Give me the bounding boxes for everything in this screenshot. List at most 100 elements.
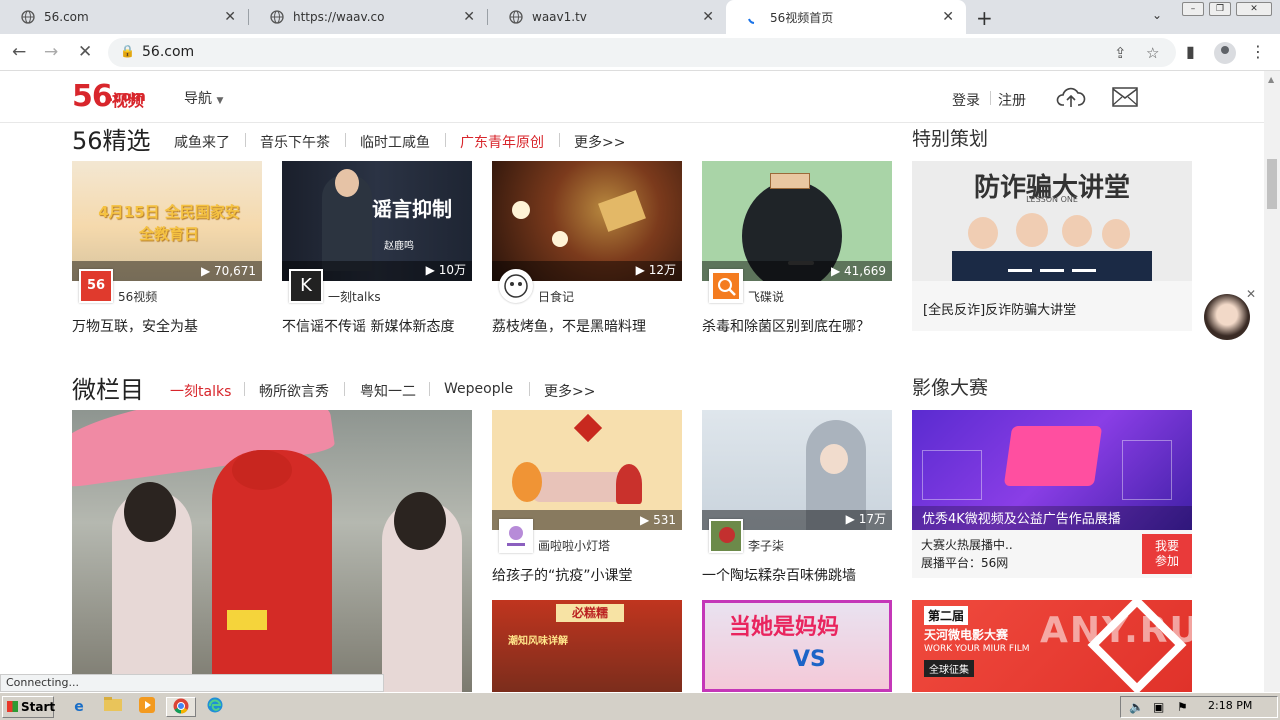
register-link[interactable]: 注册 — [998, 90, 1026, 110]
new-tab-button[interactable]: + — [976, 6, 993, 30]
channel-avatar[interactable] — [499, 269, 533, 303]
close-window-button[interactable]: ✕ — [1236, 2, 1272, 16]
share-icon[interactable]: ⇪ — [1114, 44, 1127, 62]
special-caption[interactable]: [全民反诈]反诈防骗大讲堂 — [923, 299, 1076, 318]
stop-loading-icon[interactable]: ✕ — [78, 42, 92, 62]
child-hair — [394, 492, 446, 550]
food-item — [552, 231, 568, 247]
micro-link[interactable]: 一刻talks — [170, 381, 231, 401]
play-count-value: 17万 — [858, 512, 886, 526]
edge-icon[interactable] — [204, 697, 226, 717]
video-thumbnail[interactable]: ▶ 17万 — [702, 410, 892, 530]
login-link[interactable]: 登录 — [952, 90, 980, 110]
carousel-dot[interactable] — [1072, 269, 1096, 272]
channel-name[interactable]: 日食记 — [538, 288, 574, 305]
floating-avatar[interactable] — [1204, 294, 1250, 340]
video-title[interactable]: 杀毒和除菌区别到底在哪？ — [702, 316, 870, 336]
featured-link[interactable]: 音乐下午茶 — [260, 132, 330, 152]
play-count-value: 70,671 — [214, 264, 256, 278]
network-icon[interactable]: ▣ — [1153, 700, 1164, 714]
video-title[interactable]: 荔枝烤鱼，不是黑暗料理 — [492, 316, 646, 336]
start-button[interactable]: Start — [2, 696, 55, 718]
address-bar[interactable]: 🔒 56.com ⇪ ☆ — [108, 38, 1176, 67]
micro-link[interactable]: Wepeople — [444, 381, 513, 397]
scrollbar-thumb[interactable] — [1267, 159, 1277, 209]
back-arrow-icon[interactable]: ← — [12, 42, 26, 62]
channel-name[interactable]: 一刻talks — [328, 288, 381, 305]
tab-56com[interactable]: 56.com ✕ — [0, 0, 248, 34]
micro-link[interactable]: 畅所欲言秀 — [259, 381, 329, 401]
profile-avatar[interactable] — [1214, 42, 1236, 64]
link-divider — [344, 382, 345, 396]
minimize-button[interactable]: – — [1182, 2, 1204, 16]
featured-link[interactable]: 临时工咸鱼 — [360, 132, 430, 152]
featured-more-link[interactable]: 更多>> — [574, 132, 625, 152]
channel-avatar[interactable]: K — [289, 269, 323, 303]
side-panel-icon[interactable]: ▮ — [1186, 42, 1195, 61]
page-scrollbar[interactable]: ▲ — [1264, 71, 1280, 692]
carousel-dot[interactable] — [1040, 269, 1064, 272]
channel-name[interactable]: 画啦啦小灯塔 — [538, 537, 610, 554]
join-contest-button[interactable]: 我要参加 — [1142, 534, 1192, 574]
special-caption-box[interactable]: [全民反诈]反诈防骗大讲堂 — [912, 281, 1192, 331]
video-title[interactable]: 不信谣不传谣 新媒体新态度 — [282, 316, 454, 336]
scroll-up-icon[interactable]: ▲ — [1268, 75, 1274, 84]
mail-icon[interactable] — [1112, 87, 1138, 107]
video-thumbnail[interactable]: 4月15日 全民国家安全教育日 ▶ 70,671 — [72, 161, 262, 281]
close-icon[interactable]: ✕ — [463, 9, 475, 25]
flag-icon[interactable]: ⚑ — [1177, 700, 1188, 714]
large-feature-image[interactable] — [72, 410, 472, 692]
channel-name[interactable]: 李子柒 — [748, 537, 784, 554]
tab-waav1-tv[interactable]: waav1.tv ✕ — [488, 0, 726, 34]
channel-avatar[interactable] — [709, 519, 743, 553]
special-banner-sub: LESSON ONE — [1026, 195, 1078, 204]
close-icon[interactable]: ✕ — [224, 9, 236, 25]
video-title[interactable]: 给孩子的“抗疫”小课堂 — [492, 565, 633, 585]
link-divider — [559, 133, 560, 147]
speaker-icon[interactable]: 🔈 — [1129, 700, 1144, 714]
site-logo[interactable]: 56视频 .com — [72, 79, 146, 114]
carousel-dot[interactable] — [1008, 269, 1032, 272]
address-url[interactable]: 56.com — [142, 44, 194, 60]
restore-button[interactable]: ❐ — [1209, 2, 1231, 16]
video-thumbnail[interactable]: 当她是妈妈 VS — [702, 600, 892, 692]
tab-search-icon[interactable]: ⌄ — [1152, 8, 1162, 22]
close-icon[interactable]: ✕ — [702, 9, 714, 25]
video-title[interactable]: 一个陶坛糅杂百味佛跳墙 — [702, 565, 856, 585]
menu-kebab-icon[interactable]: ⋮ — [1250, 42, 1266, 61]
featured-link[interactable]: 广东青年原创 — [460, 132, 544, 152]
nav-dropdown[interactable]: 导航 ▼ — [184, 88, 223, 108]
video-title[interactable]: 万物互联，安全为基 — [72, 316, 198, 336]
tab-56-home[interactable]: 56视频首页 ✕ — [726, 0, 966, 34]
special-banner[interactable]: 防诈骗大讲堂 LESSON ONE — [912, 161, 1192, 281]
channel-name[interactable]: 飞碟说 — [748, 288, 784, 305]
featured-title: 56精选 — [72, 127, 151, 155]
video-thumbnail[interactable]: ▶ 531 — [492, 410, 682, 530]
channel-avatar[interactable] — [499, 519, 533, 553]
video-thumbnail[interactable]: 必糕糯 潮知风味详解 — [492, 600, 682, 692]
loading-spinner-icon — [746, 9, 762, 25]
video-thumbnail[interactable]: ▶ 12万 — [492, 161, 682, 281]
close-icon[interactable]: ✕ — [1246, 287, 1256, 301]
contest-banner[interactable]: 优秀4K微视频及公益广告作品展播 — [912, 410, 1192, 530]
forward-arrow-icon[interactable]: → — [44, 42, 58, 62]
micro-more-link[interactable]: 更多>> — [544, 381, 595, 401]
child-hair — [124, 482, 176, 542]
folder-icon[interactable] — [102, 697, 124, 717]
taskbar-clock[interactable]: 2:18 PM — [1208, 699, 1252, 712]
bookmark-star-icon[interactable]: ☆ — [1146, 44, 1159, 62]
tab-waav-co[interactable]: https://waav.co ✕ — [249, 0, 487, 34]
chrome-icon[interactable] — [166, 697, 196, 717]
micro-link[interactable]: 粤知一二 — [360, 381, 416, 401]
channel-avatar[interactable]: 56 — [79, 269, 113, 303]
media-player-icon[interactable] — [136, 697, 158, 717]
channel-name[interactable]: 56视频 — [118, 288, 157, 305]
channel-avatar[interactable] — [709, 269, 743, 303]
video-thumbnail[interactable]: ▶ 41,669 — [702, 161, 892, 281]
video-thumbnail[interactable]: 谣言抑制 赵鹿鸣 ▶ 10万 — [282, 161, 472, 281]
red-cap — [232, 450, 292, 490]
upload-cloud-icon[interactable] — [1056, 85, 1086, 109]
ie-icon[interactable]: e — [68, 697, 90, 717]
featured-link[interactable]: 咸鱼来了 — [174, 132, 230, 152]
close-icon[interactable]: ✕ — [942, 9, 954, 25]
